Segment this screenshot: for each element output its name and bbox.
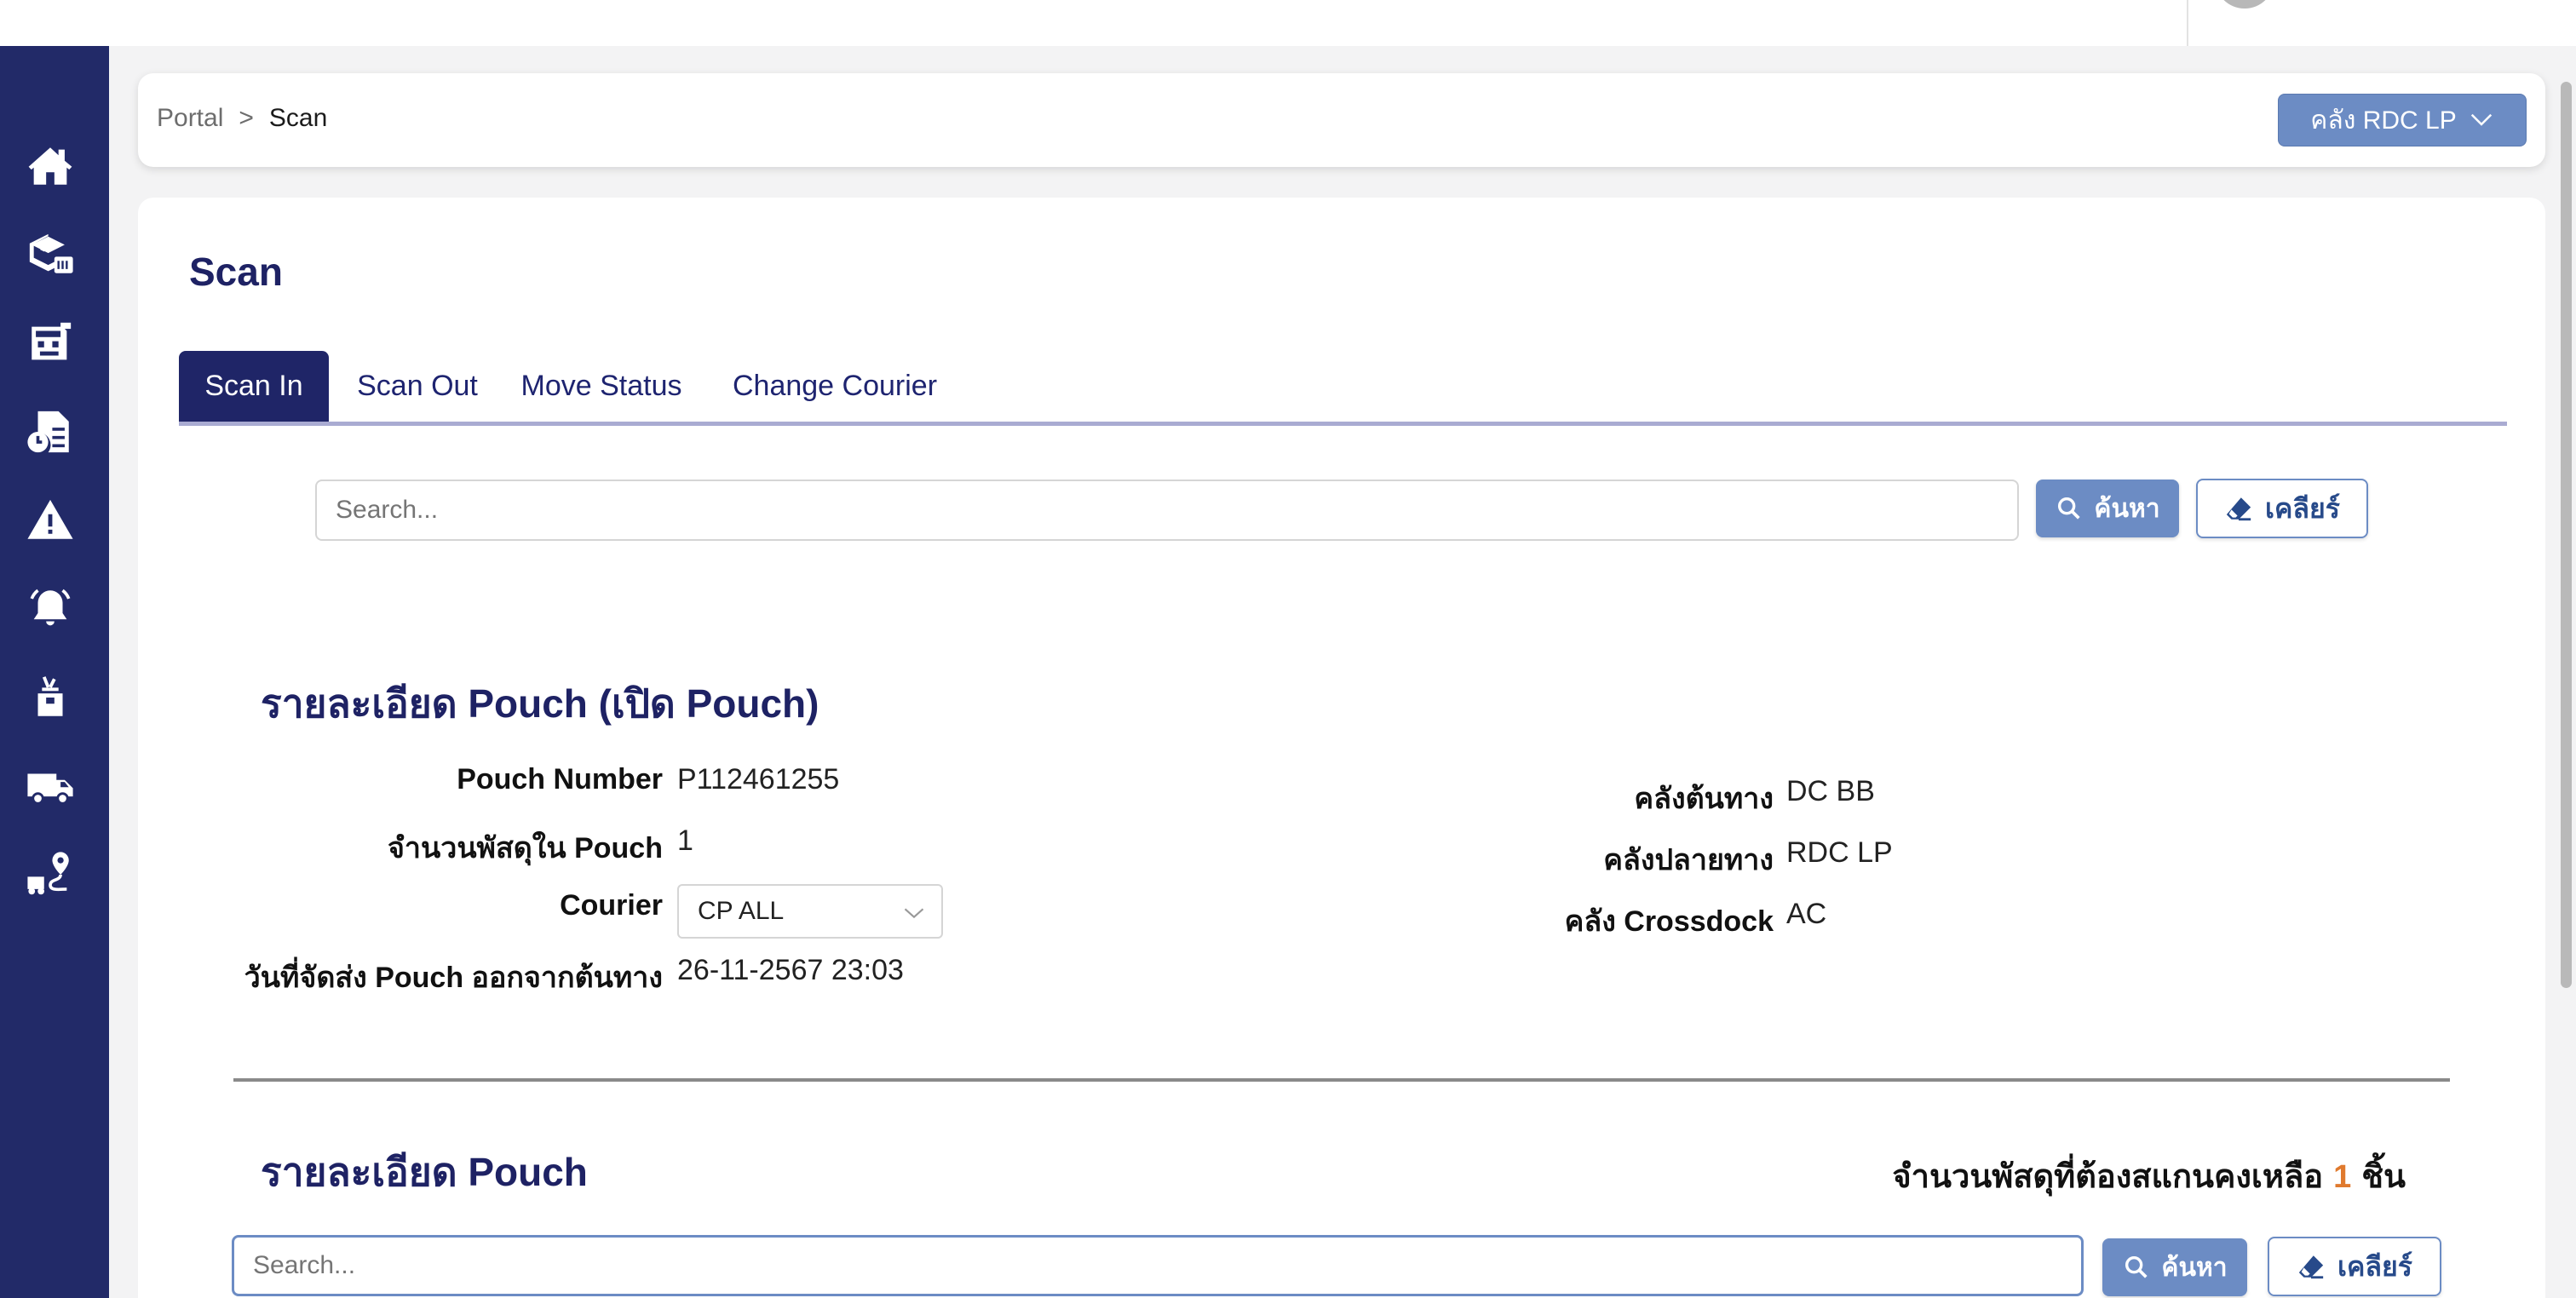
pouch-open-title: รายละเอียด Pouch (เปิด Pouch) (261, 681, 819, 726)
remaining-parcels-counter: จำนวนพัสดุที่ต้องสแกนคงเหลือ 1 ชิ้น (1892, 1150, 2406, 1202)
tab-change-courier[interactable]: Change Courier (719, 351, 951, 422)
parcel-count-label: จำนวนพัสดุใน Pouch (387, 832, 663, 864)
package-icon[interactable] (24, 228, 77, 281)
route-icon[interactable] (24, 848, 77, 901)
eraser-icon (2226, 497, 2251, 521)
scan-search-input[interactable] (315, 480, 2019, 541)
remaining-label: จำนวนพัสดุที่ต้องสแกนคงเหลือ (1892, 1159, 2324, 1195)
search-button-label: ค้นหา (2094, 494, 2160, 523)
warehouse-selector-button[interactable]: คลัง RDC LP (2278, 94, 2527, 146)
pouch-detail-title: รายละเอียด Pouch (261, 1150, 588, 1194)
scan-search-button[interactable]: ค้นหา (2036, 480, 2179, 537)
eraser-icon (2298, 1255, 2324, 1279)
breadcrumb-separator: > (239, 104, 254, 132)
courier-label: Courier (560, 889, 663, 922)
main-panel: Scan Scan In Scan Out Move Status Change… (138, 198, 2545, 1298)
courier-select[interactable]: CP ALL (677, 884, 943, 939)
report-icon[interactable] (24, 405, 77, 458)
courier-select-value: CP ALL (698, 897, 785, 925)
destination-warehouse-label: คลังปลายทาง (1603, 844, 1774, 876)
truck-icon[interactable] (24, 760, 77, 813)
avatar[interactable] (2215, 0, 2274, 9)
origin-warehouse-value: DC BB (1786, 775, 1875, 807)
search-icon (2058, 497, 2081, 520)
crossdock-warehouse-label: คลัง Crossdock (1564, 905, 1774, 938)
sidebar (0, 46, 109, 1298)
origin-warehouse-label: คลังต้นทาง (1634, 783, 1774, 815)
chevron-down-icon (904, 908, 924, 919)
crossdock-warehouse-value: AC (1786, 898, 1827, 930)
warning-icon[interactable] (24, 494, 77, 547)
clear-button-label: เคลียร์ (2265, 492, 2340, 524)
tab-bar: Scan In Scan Out Move Status Change Cour… (179, 351, 2507, 426)
search-button-label: ค้นหา (2161, 1253, 2228, 1282)
scan-clear-button[interactable]: เคลียร์ (2196, 479, 2368, 538)
breadcrumb-current: Scan (268, 104, 328, 132)
search-icon (2125, 1255, 2148, 1278)
pouch-number-label: Pouch Number (457, 763, 663, 795)
warehouse-selector-label: คลัง RDC LP (2310, 106, 2457, 135)
remaining-unit: ชิ้น (2361, 1159, 2406, 1195)
scrollbar-thumb[interactable] (2561, 82, 2572, 988)
section-divider (233, 1078, 2450, 1082)
breadcrumb-portal-link[interactable]: Portal (157, 104, 223, 133)
parcel-search-button[interactable]: ค้นหา (2102, 1238, 2247, 1296)
tab-move-status[interactable]: Move Status (504, 351, 699, 422)
breadcrumb-bar: Portal > Scan คลัง RDC LP (138, 73, 2545, 167)
top-bar (0, 0, 2576, 46)
home-icon[interactable] (24, 140, 77, 192)
destination-warehouse-value: RDC LP (1786, 836, 1893, 869)
page-title: Scan (189, 250, 283, 294)
store-icon[interactable] (24, 317, 77, 370)
ship-date-label: วันที่จัดส่ง Pouch ออกจากต้นทาง (244, 962, 663, 994)
pouch-number-value: P112461255 (677, 763, 840, 795)
parcel-clear-button[interactable]: เคลียร์ (2268, 1237, 2441, 1296)
remaining-count: 1 (2333, 1159, 2352, 1195)
topbar-divider (2187, 0, 2188, 46)
parcel-count-value: 1 (677, 824, 693, 857)
chevron-down-icon (2470, 113, 2492, 126)
bell-icon[interactable] (24, 583, 77, 635)
parcel-search-input[interactable] (232, 1235, 2084, 1296)
parcel-hand-icon[interactable] (24, 671, 77, 724)
tab-scan-in[interactable]: Scan In (179, 351, 329, 422)
breadcrumb: Portal > Scan (157, 104, 327, 133)
ship-date-value: 26-11-2567 23:03 (677, 954, 904, 986)
tab-scan-out[interactable]: Scan Out (349, 351, 486, 422)
clear-button-label: เคลียร์ (2337, 1250, 2412, 1282)
